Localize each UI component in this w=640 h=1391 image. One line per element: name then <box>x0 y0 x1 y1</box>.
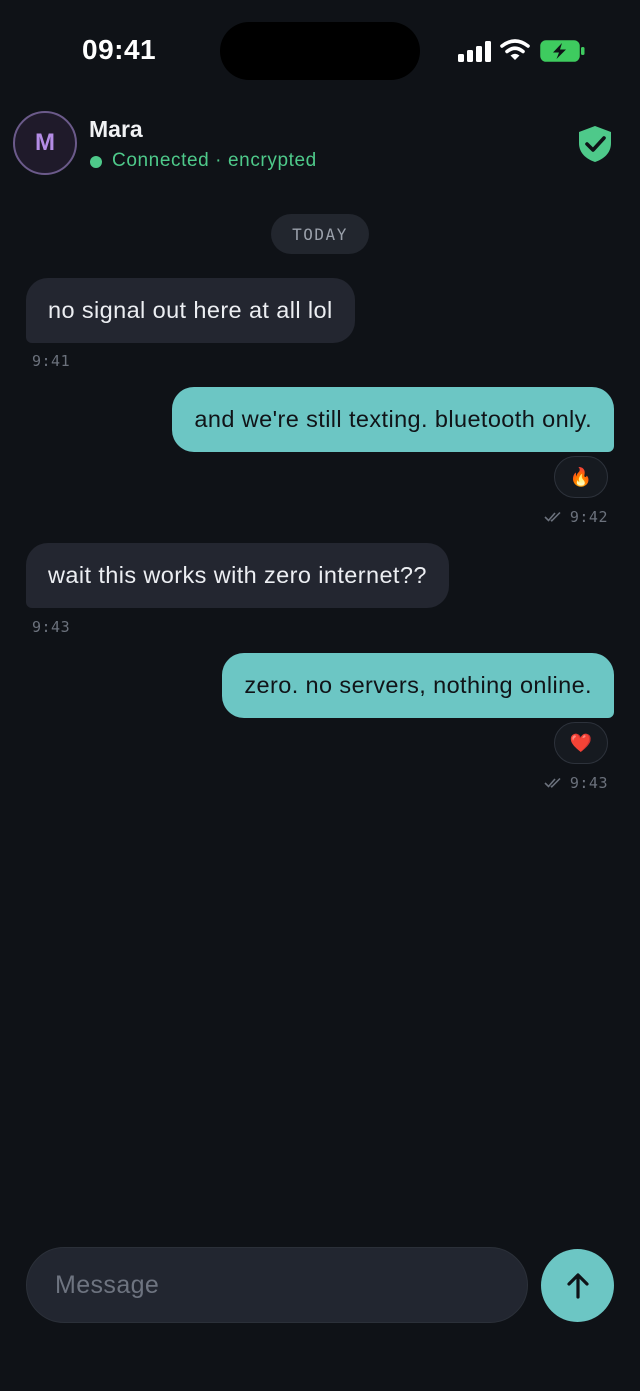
message-timestamp: 9:42 <box>569 508 608 526</box>
reaction-fire[interactable]: 🔥 <box>554 456 608 498</box>
avatar-initial: M <box>35 129 55 156</box>
shield-check-icon[interactable] <box>576 124 614 164</box>
message-input[interactable] <box>53 1248 507 1323</box>
battery-charging-icon <box>540 40 585 62</box>
dynamic-island <box>220 22 420 80</box>
connection-status: Connected · encrypted <box>112 150 317 171</box>
wifi-icon <box>500 39 530 60</box>
message-bubble-incoming[interactable]: wait this works with zero internet?? <box>26 543 449 608</box>
message-composer <box>26 1247 528 1323</box>
status-clock: 09:41 <box>82 34 157 65</box>
message-timestamp: 9:43 <box>32 618 71 636</box>
message-bubble-outgoing[interactable]: and we're still texting. bluetooth only. <box>172 387 614 452</box>
message-bubble-outgoing[interactable]: zero. no servers, nothing online. <box>222 653 614 718</box>
avatar[interactable]: M <box>13 111 77 175</box>
message-bubble-incoming[interactable]: no signal out here at all lol <box>26 278 355 343</box>
contact-name[interactable]: Mara <box>89 116 143 143</box>
connection-status-dot <box>90 156 102 168</box>
reaction-heart[interactable]: ❤️ <box>554 722 608 764</box>
message-timestamp: 9:43 <box>569 774 608 792</box>
date-divider: TODAY <box>271 214 369 254</box>
message-meta: 9:42 <box>544 508 608 526</box>
message-meta: 9:43 <box>544 774 608 792</box>
message-timestamp: 9:41 <box>32 352 71 370</box>
double-check-icon <box>544 777 561 788</box>
status-bar: 09:41 <box>0 0 640 100</box>
signal-icon <box>458 40 492 62</box>
double-check-icon <box>544 511 561 522</box>
arrow-up-icon <box>566 1272 589 1299</box>
chat-header: M Mara Connected · encrypted <box>0 100 640 190</box>
send-button[interactable] <box>541 1249 614 1322</box>
